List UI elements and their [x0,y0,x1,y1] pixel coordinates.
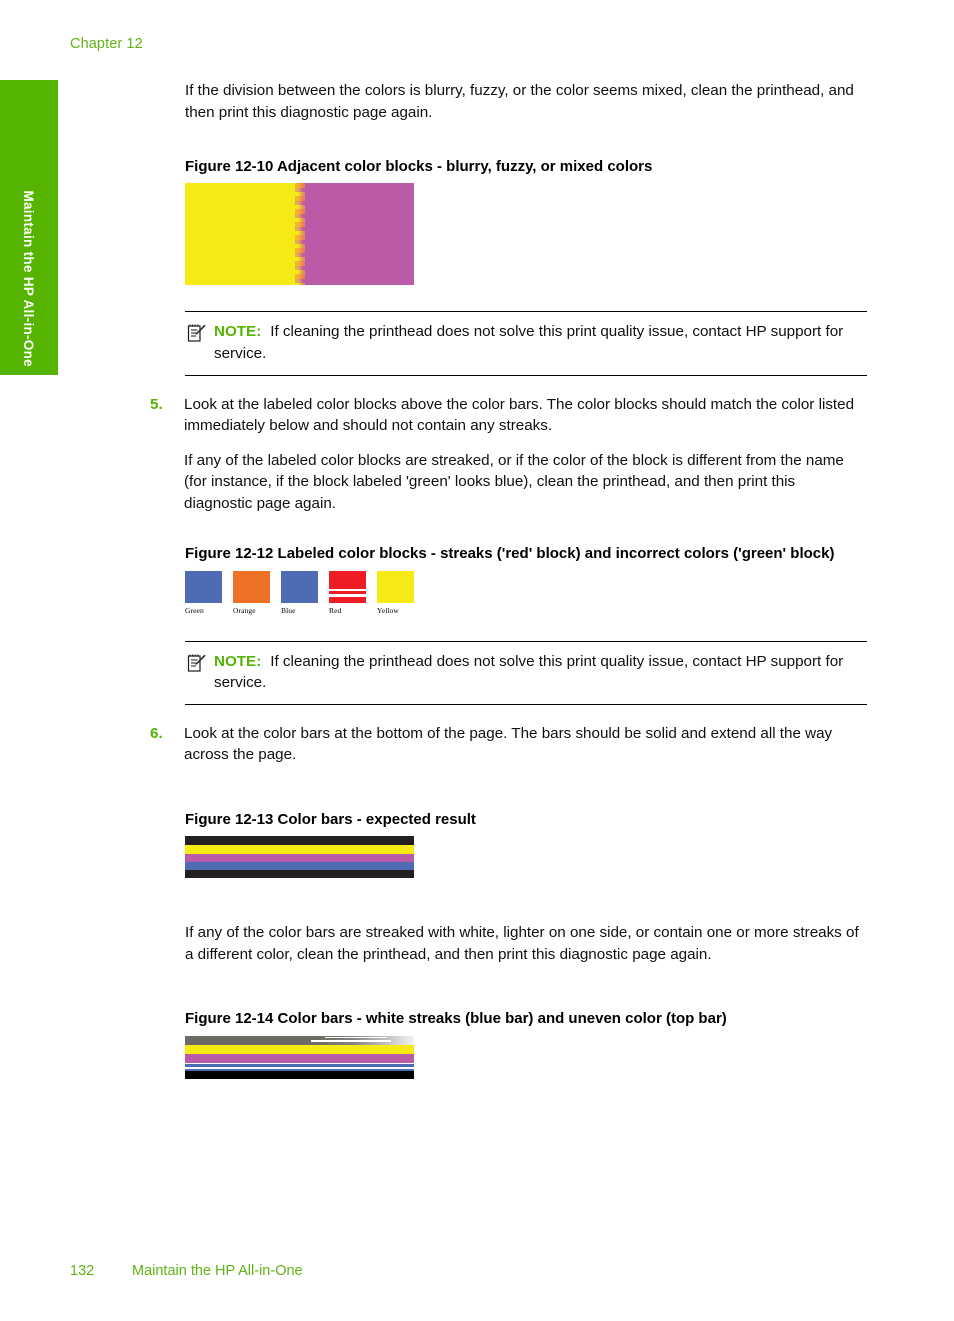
closing-paragraph: If any of the color bars are streaked wi… [185,924,859,963]
figure-12-14-image [185,1035,414,1079]
magenta-color-block [304,183,414,286]
figure-12-10-caption: Figure 12-10 Adjacent color blocks - blu… [185,158,653,176]
content-column: If the division between the colors is bl… [150,80,867,1079]
note-callout-2: NOTE: If cleaning the printhead does not … [185,640,867,705]
swatch-label-yellow: Yellow [377,605,399,615]
swatch-label-green: Green [185,605,204,615]
swatch-label-orange: Orange [233,605,256,615]
step-5: 5. Look at the labeled color blocks abov… [150,394,867,515]
page-footer: 132 Maintain the HP All-in-One [70,1263,303,1279]
colorbar-yellow [185,845,414,855]
colorbar-yellow [185,1044,414,1054]
labeled-block-yellow: Yellow [377,570,414,615]
colorbar-gray-uneven-top [185,1035,414,1045]
step-5-number: 5. [150,395,163,413]
swatch-label-blue: Blue [281,605,296,615]
labeled-block-orange: Orange [233,570,270,615]
blue-bar-white-streak-1 [185,1062,414,1065]
colorbar-magenta [185,1053,414,1063]
blue-bar-white-streak-2 [185,1067,414,1069]
top-bar-white-streak-1 [325,1036,387,1039]
top-bar-white-streak-2 [311,1040,391,1042]
swatch-blue [281,570,318,603]
colorbar-black-bottom [185,870,414,879]
swatch-yellow [377,570,414,603]
chapter-header: Chapter 12 [70,36,143,52]
note-pencil-icon [187,653,206,673]
swatch-label-red: Red [329,605,342,615]
labeled-block-blue: Blue [281,570,318,615]
figure-12-14-caption: Figure 12-14 Color bars - white streaks … [185,1010,727,1028]
step-6-number: 6. [150,724,163,742]
note-message-2: If cleaning the printhead does not solve… [214,652,844,692]
figure-12-12-image: Green Orange Blue Red Yellow [185,570,867,615]
side-tab: Maintain the HP All-in-One [0,80,58,375]
yellow-color-block [185,183,298,286]
note-callout-1: NOTE: If cleaning the printhead does not … [185,311,867,376]
step-5-paragraph-1: Look at the labeled color blocks above t… [184,395,855,435]
side-tab-label: Maintain the HP All-in-One [21,190,37,367]
swatch-orange [233,570,270,603]
figure-12-13-caption: Figure 12-13 Color bars - expected resul… [185,811,476,829]
note-message-1: If cleaning the printhead does not solve… [214,323,844,362]
swatch-green [185,570,222,603]
figure-12-12-caption: Figure 12-12 Labeled color blocks - stre… [185,545,835,563]
colorbar-blue [185,862,414,871]
note-keyword-2: NOTE: [214,652,262,670]
seam-noise-overlay [295,183,305,286]
document-page: Chapter 12 Maintain the HP All-in-One If… [0,0,954,1321]
figure-12-10-image [185,183,414,286]
note-text-1: NOTE: If cleaning the printhead does not … [214,321,867,364]
footer-title: Maintain the HP All-in-One [132,1263,303,1279]
labeled-block-green: Green [185,570,222,615]
footer-page-number: 132 [70,1263,95,1279]
colorbar-blue-streaked [185,1062,414,1071]
step-6: 6. Look at the color bars at the bottom … [150,723,867,766]
figure-12-13-image [185,836,414,879]
colorbar-black-bottom [185,1070,414,1079]
colorbar-black-top [185,836,414,846]
note-keyword-1: NOTE: [214,323,262,341]
note-pencil-icon [187,323,206,343]
step-5-paragraph-2: If any of the labeled color blocks are s… [184,451,844,512]
note-text-2: NOTE: If cleaning the printhead does not … [214,651,867,694]
labeled-block-red: Red [329,570,366,615]
colorbar-magenta [185,854,414,863]
step-6-paragraph-1: Look at the color bars at the bottom of … [184,724,833,764]
intro-paragraph: If the division between the colors is bl… [185,82,854,121]
swatch-red-streaked [329,570,366,603]
